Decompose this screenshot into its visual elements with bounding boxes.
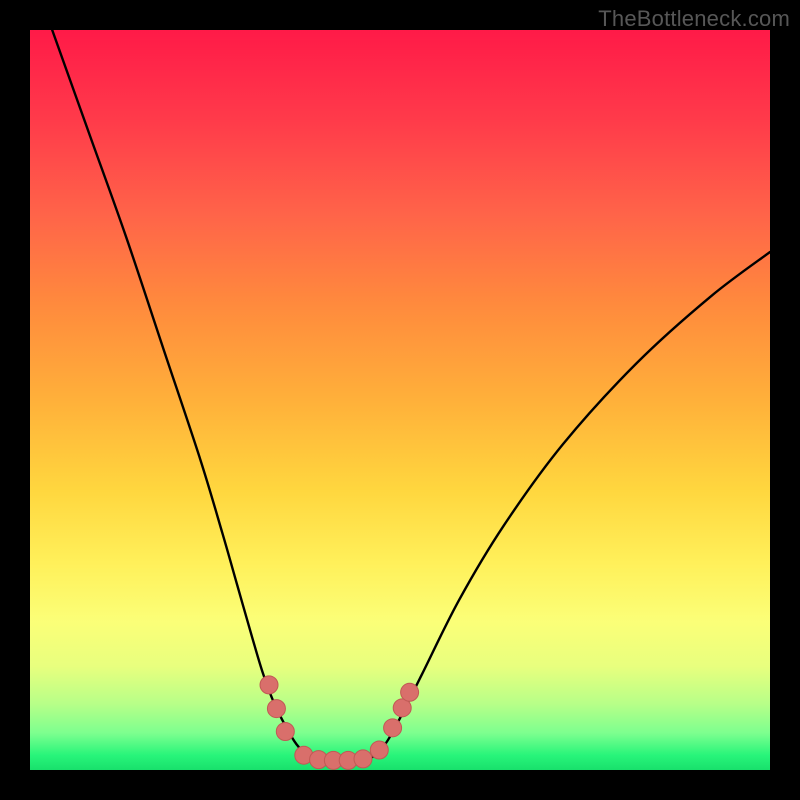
valley-marker bbox=[384, 719, 402, 737]
valley-marker bbox=[401, 683, 419, 701]
valley-marker bbox=[276, 723, 294, 741]
valley-marker bbox=[370, 741, 388, 759]
watermark-text: TheBottleneck.com bbox=[598, 6, 790, 32]
plot-area bbox=[30, 30, 770, 770]
valley-marker bbox=[354, 750, 372, 768]
valley-marker bbox=[260, 676, 278, 694]
outer-frame: TheBottleneck.com bbox=[0, 0, 800, 800]
valley-markers bbox=[260, 676, 419, 769]
chart-svg bbox=[30, 30, 770, 770]
bottleneck-curve bbox=[52, 30, 770, 761]
valley-marker bbox=[267, 700, 285, 718]
